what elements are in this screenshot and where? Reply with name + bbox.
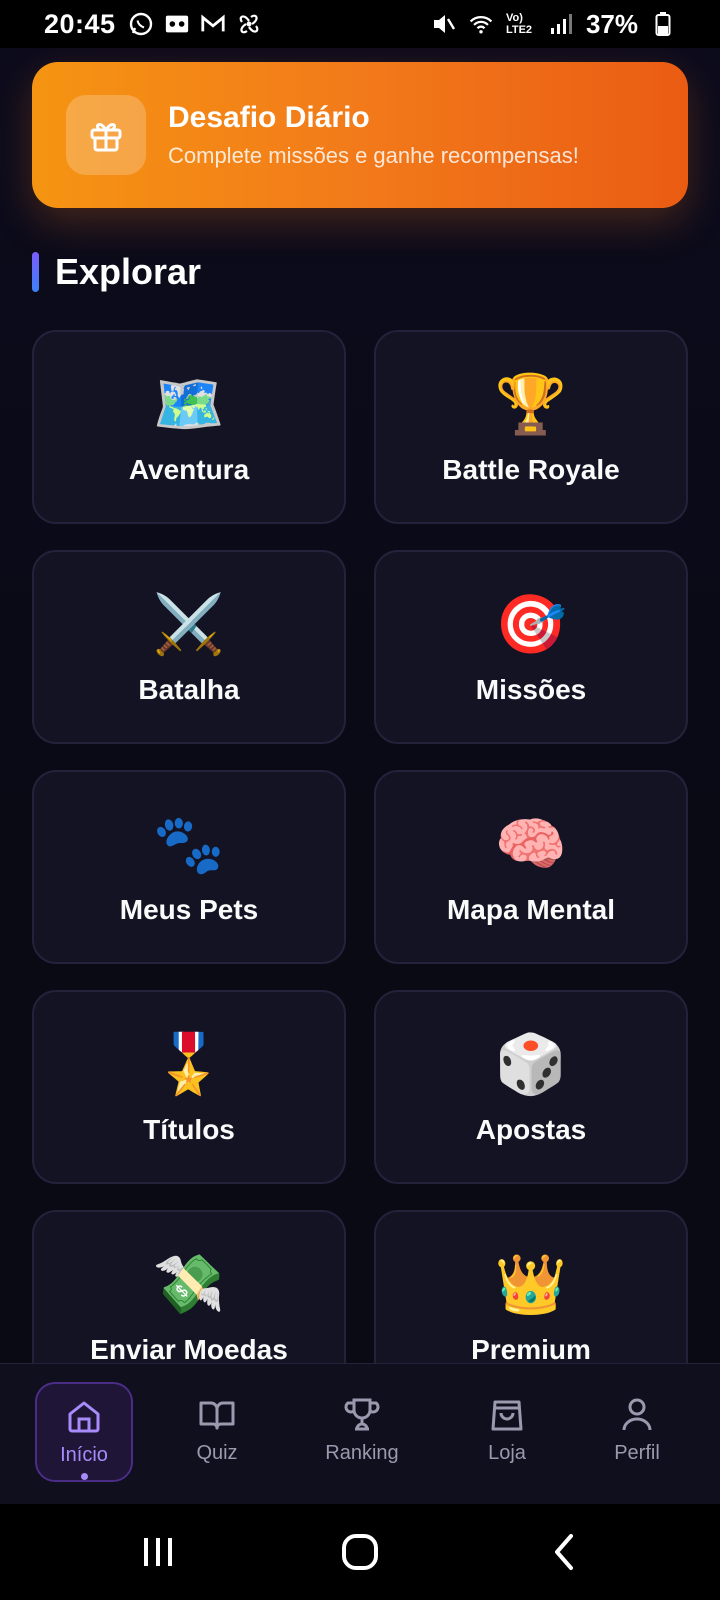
daily-challenge-text: Desafio Diário Complete missões e ganhe …: [168, 101, 579, 169]
nav-ranking[interactable]: Ranking: [313, 1382, 411, 1482]
tile-mapa-mental[interactable]: 🧠 Mapa Mental: [374, 770, 688, 964]
tile-apostas[interactable]: 🎲 Apostas: [374, 990, 688, 1184]
explore-header: Explorar: [32, 250, 201, 294]
mute-icon: [430, 11, 456, 37]
tile-label: Premium: [471, 1334, 591, 1363]
tile-label: Enviar Moedas: [90, 1334, 288, 1363]
home-icon: [68, 1401, 100, 1433]
book-icon: [199, 1401, 235, 1430]
tile-titulos[interactable]: 🎖️ Títulos: [32, 990, 346, 1184]
tile-label: Missões: [475, 674, 587, 705]
whatsapp-icon: [128, 11, 154, 37]
tile-enviar-moedas[interactable]: 💸 Enviar Moedas: [32, 1210, 346, 1363]
nav-inicio[interactable]: Início: [35, 1382, 133, 1482]
nav-perfil[interactable]: Perfil: [588, 1382, 686, 1482]
status-bar: 20:45 Vo) LTE2 37%: [0, 0, 720, 48]
nav-label: Início: [60, 1444, 108, 1466]
tile-label: Aventura: [128, 454, 250, 485]
nav-label: Perfil: [614, 1442, 660, 1464]
section-accent-bar: [32, 252, 39, 292]
status-time: 20:45: [44, 8, 116, 39]
tile-label: Apostas: [475, 1114, 587, 1145]
explore-title: Explorar: [55, 251, 202, 292]
back-icon[interactable]: [545, 1532, 585, 1572]
money-wings-icon: 💸: [152, 1250, 226, 1318]
trophy-icon: 🏆: [494, 370, 568, 438]
explore-grid: 🗺️ Aventura 🏆 Battle Royale ⚔️ Batalha 🎯…: [32, 330, 688, 1363]
nav-label: Loja: [488, 1442, 526, 1464]
fan-icon: [236, 11, 262, 37]
daily-challenge-subtitle: Complete missões e ganhe recompensas!: [168, 143, 579, 168]
paw-icon: 🐾: [152, 810, 226, 878]
tile-batalha[interactable]: ⚔️ Batalha: [32, 550, 346, 744]
trophy-icon: [344, 1398, 380, 1431]
gift-icon-box: [66, 95, 146, 175]
status-left-icons: [128, 11, 262, 37]
bottom-nav: Início Quiz Ranking Loja Perfil: [0, 1363, 720, 1505]
tile-label: Battle Royale: [442, 454, 620, 485]
shopping-bag-icon: [491, 1400, 523, 1431]
nav-label: Quiz: [196, 1442, 238, 1464]
home-button-icon[interactable]: [340, 1532, 380, 1572]
home-content[interactable]: Desafio Diário Complete missões e ganhe …: [0, 48, 720, 1363]
nav-label: Ranking: [325, 1442, 399, 1464]
dice-icon: 🎲: [494, 1030, 568, 1098]
status-right: Vo) LTE2 37%: [430, 9, 676, 40]
target-icon: 🎯: [494, 590, 568, 658]
tile-label: Meus Pets: [119, 894, 259, 925]
wifi-icon: [468, 11, 494, 37]
signal-icon: [548, 11, 574, 37]
voicemail-icon: [164, 11, 190, 37]
tile-label: Mapa Mental: [446, 894, 616, 925]
system-nav-bar: [0, 1504, 720, 1600]
map-icon: 🗺️: [152, 370, 226, 438]
tile-label: Batalha: [138, 674, 240, 705]
user-icon: [622, 1398, 652, 1431]
daily-challenge-title: Desafio Diário: [168, 101, 370, 134]
tile-missoes[interactable]: 🎯 Missões: [374, 550, 688, 744]
tile-battle-royale[interactable]: 🏆 Battle Royale: [374, 330, 688, 524]
battery-percent: 37%: [585, 8, 638, 39]
tile-label: Títulos: [143, 1114, 235, 1145]
gift-icon: [90, 123, 122, 152]
medal-icon: 🎖️: [152, 1030, 226, 1098]
active-indicator-dot: [80, 1473, 88, 1480]
battery-icon: [650, 11, 676, 37]
nav-loja[interactable]: Loja: [458, 1382, 556, 1482]
nav-quiz[interactable]: Quiz: [168, 1382, 266, 1482]
tile-aventura[interactable]: 🗺️ Aventura: [32, 330, 346, 524]
tile-premium[interactable]: 👑 Premium: [374, 1210, 688, 1363]
daily-challenge-card[interactable]: Desafio Diário Complete missões e ganhe …: [32, 62, 688, 208]
crown-icon: 👑: [494, 1250, 568, 1318]
crossed-swords-icon: ⚔️: [152, 590, 226, 658]
recent-apps-icon[interactable]: [140, 1532, 180, 1572]
brain-icon: 🧠: [494, 810, 568, 878]
network-label: Vo) LTE2: [505, 12, 533, 36]
tile-meus-pets[interactable]: 🐾 Meus Pets: [32, 770, 346, 964]
gmail-icon: [200, 11, 226, 37]
